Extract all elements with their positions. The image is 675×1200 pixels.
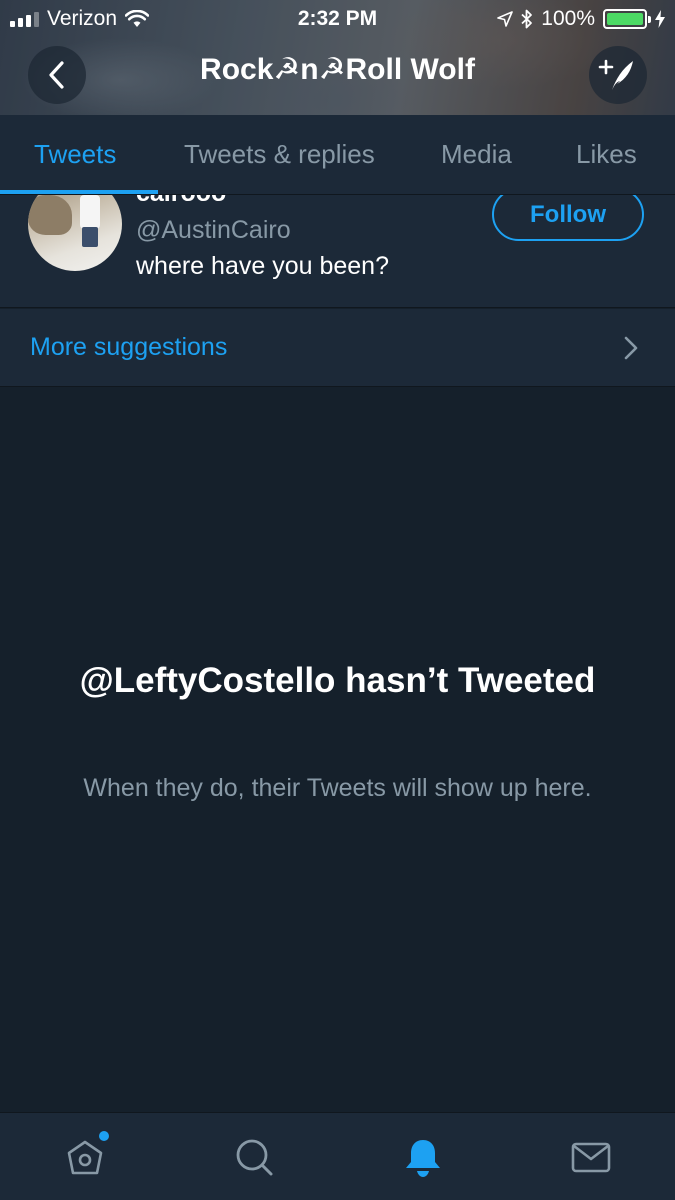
avatar[interactable]	[28, 195, 122, 271]
tab-likes[interactable]: Likes	[576, 139, 637, 170]
empty-state-title: @LeftyCostello hasn’t Tweeted	[79, 661, 596, 700]
more-suggestions-row[interactable]: More suggestions	[0, 309, 675, 387]
charging-bolt-icon	[655, 10, 665, 28]
suggested-user-context: where have you been?	[136, 252, 389, 280]
messages-envelope-icon	[571, 1142, 611, 1173]
location-arrow-icon	[497, 11, 514, 27]
compose-tweet-button[interactable]	[589, 46, 647, 104]
notifications-bell-icon	[406, 1140, 440, 1177]
compose-quill-icon	[598, 59, 633, 90]
tab-tweets[interactable]: Tweets	[34, 139, 116, 170]
tab-home[interactable]	[63, 1131, 109, 1179]
active-tab-indicator	[0, 190, 158, 194]
follow-button[interactable]: Follow	[492, 195, 644, 241]
bluetooth-icon	[521, 9, 533, 29]
home-icon	[67, 1140, 103, 1175]
more-suggestions-label: More suggestions	[30, 333, 228, 361]
tab-notifications[interactable]	[401, 1135, 445, 1179]
empty-state-subtitle: When they do, their Tweets will show up …	[83, 774, 592, 802]
suggested-user-handle: @AustinCairo	[136, 216, 291, 244]
profile-tabs: Tweets Tweets & replies Media Likes	[0, 115, 675, 195]
profile-display-name: Rock☭n☭Roll Wolf	[200, 53, 475, 86]
unread-dot	[99, 1131, 109, 1141]
battery-icon	[603, 9, 651, 29]
suggested-user-name: cairooo	[136, 195, 226, 208]
status-bar: Verizon 2:32 PM 100%	[0, 0, 675, 38]
who-to-follow-card[interactable]: cairooo @AustinCairo where have you been…	[0, 195, 675, 308]
tab-search[interactable]	[232, 1135, 276, 1179]
tab-messages[interactable]	[569, 1135, 613, 1179]
chevron-right-icon	[624, 336, 638, 360]
tab-tweets-and-replies[interactable]: Tweets & replies	[184, 139, 375, 170]
bottom-tab-bar	[0, 1112, 675, 1200]
status-right: 100%	[497, 7, 665, 31]
battery-percent: 100%	[541, 7, 595, 30]
tab-media[interactable]: Media	[441, 139, 512, 170]
search-icon	[236, 1139, 273, 1176]
header-nav: Rock☭n☭Roll Wolf	[0, 44, 675, 104]
